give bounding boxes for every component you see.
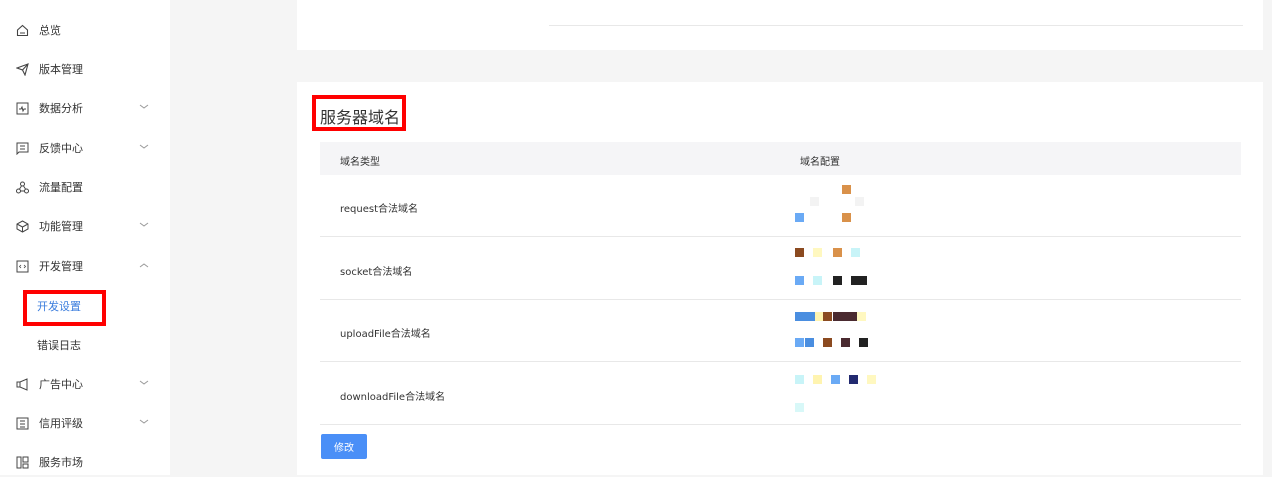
domain-type: uploadFile合法域名	[340, 329, 431, 340]
sidebar-item-label: 服务市场	[39, 456, 83, 469]
sidebar: 总览 版本管理 数据分析 反馈中心 流量配置 功能管理 开发管理 开发设置 错误…	[0, 0, 170, 475]
table-row: downloadFile合法域名	[320, 363, 1241, 425]
redacted-domain-value	[795, 373, 905, 417]
sidebar-item-development[interactable]: 开发管理	[0, 251, 170, 281]
domain-type: request合法域名	[340, 204, 419, 215]
document-icon	[15, 416, 29, 430]
send-icon	[15, 62, 29, 76]
sidebar-item-ads[interactable]: 广告中心	[0, 369, 170, 399]
sidebar-item-label: 版本管理	[39, 63, 83, 76]
code-icon	[15, 259, 29, 273]
sidebar-item-market[interactable]: 服务市场	[0, 447, 170, 477]
redacted-domain-value	[795, 248, 905, 292]
megaphone-icon	[15, 377, 29, 391]
cube-icon	[15, 219, 29, 233]
sidebar-item-versions[interactable]: 版本管理	[0, 54, 170, 84]
divider	[549, 25, 1243, 26]
sidebar-item-overview[interactable]: 总览	[0, 15, 170, 45]
home-icon	[15, 23, 29, 37]
chevron-down-icon	[139, 418, 149, 428]
sidebar-item-label: 功能管理	[39, 220, 83, 233]
sidebar-item-label: 数据分析	[39, 102, 83, 115]
edit-button[interactable]: 修改	[321, 434, 367, 459]
chart-icon	[15, 101, 29, 115]
sidebar-item-label: 开发管理	[39, 260, 83, 273]
chevron-down-icon	[139, 379, 149, 389]
grid-icon	[15, 455, 29, 469]
previous-section-card	[297, 0, 1263, 50]
sidebar-item-label: 流量配置	[39, 181, 83, 194]
chevron-down-icon	[139, 221, 149, 231]
highlight-box	[312, 95, 406, 131]
sidebar-subitem-error-log[interactable]: 错误日志	[37, 337, 81, 353]
nodes-icon	[15, 180, 29, 194]
table-header: 域名类型 域名配置	[320, 142, 1241, 175]
chevron-down-icon	[139, 103, 149, 113]
chevron-up-icon	[139, 261, 149, 271]
message-icon	[15, 141, 29, 155]
domain-type: downloadFile合法域名	[340, 392, 446, 403]
sidebar-item-label: 广告中心	[39, 378, 83, 391]
sidebar-item-label: 反馈中心	[39, 142, 83, 155]
sidebar-item-label: 总览	[39, 24, 61, 37]
sidebar-item-label: 信用评级	[39, 417, 83, 430]
highlight-box	[23, 290, 106, 326]
sidebar-item-feedback[interactable]: 反馈中心	[0, 133, 170, 163]
chevron-down-icon	[139, 143, 149, 153]
sidebar-item-analytics[interactable]: 数据分析	[0, 93, 170, 123]
table-row: uploadFile合法域名	[320, 300, 1241, 362]
column-header-config: 域名配置	[800, 157, 840, 168]
sidebar-item-traffic[interactable]: 流量配置	[0, 172, 170, 202]
column-header-type: 域名类型	[340, 157, 380, 168]
redacted-domain-value	[795, 185, 905, 229]
sidebar-item-credit[interactable]: 信用评级	[0, 408, 170, 438]
table-row: socket合法域名	[320, 238, 1241, 300]
domain-type: socket合法域名	[340, 267, 413, 278]
sidebar-item-features[interactable]: 功能管理	[0, 211, 170, 241]
redacted-domain-value	[795, 310, 905, 354]
table-row: request合法域名	[320, 175, 1241, 237]
